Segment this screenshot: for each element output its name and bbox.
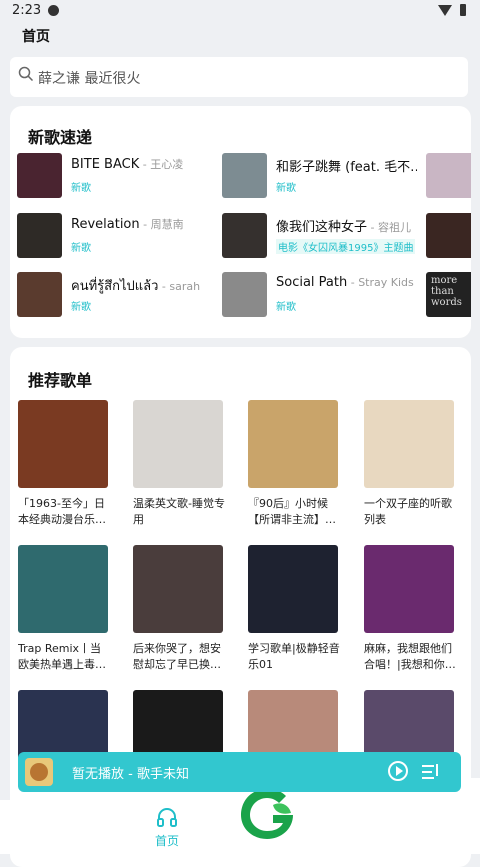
song-cover-partial[interactable] <box>426 213 471 258</box>
playlist-item[interactable]: 温柔英文歌-睡觉专用 <box>133 400 225 528</box>
playlist-item[interactable]: 麻麻，我想跟他们合唱！|我想和你… <box>364 545 456 673</box>
song-title: 和影子跳舞 (feat. 毛不… <box>276 160 417 175</box>
player-status-text: 暂无播放 - 歌手未知 <box>72 767 189 782</box>
song-title: 像我们这种女子 <box>276 220 368 235</box>
mini-player[interactable]: 暂无播放 - 歌手未知 <box>18 752 461 792</box>
playlist-cover <box>18 545 108 633</box>
page-title: 首页 <box>22 29 50 45</box>
song-cover <box>222 153 267 198</box>
song-item[interactable]: คนที่รู้สึกไปแล้ว - sarah 新歌 <box>17 272 212 322</box>
playlist-title: 一个双子座的听歌列表 <box>364 497 452 526</box>
song-item[interactable]: Revelation - 周慧南 新歌 <box>17 213 212 263</box>
playlist-cover <box>133 400 223 488</box>
playlist-item[interactable]: Trap Remix丨当欧美热单遇上毒性… <box>18 545 110 673</box>
song-tag: 电影《女囚风暴1995》主题曲 <box>276 239 416 254</box>
player-cover-icon <box>25 758 53 786</box>
song-artist: Stray Kids <box>358 276 414 289</box>
song-tag: 新歌 <box>276 302 296 313</box>
search-icon <box>18 66 34 82</box>
playlist-title: 麻麻，我想跟他们合唱！|我想和你… <box>364 642 456 671</box>
song-cover <box>17 272 62 317</box>
song-artist: sarah <box>169 280 201 293</box>
playlist-item[interactable]: 一个双子座的听歌列表 <box>364 400 456 528</box>
playlist-title: 「1963-至今」日本经典动漫台乐… <box>18 497 106 526</box>
playlist-cover <box>364 545 454 633</box>
section-title-playlists: 推荐歌单 <box>28 371 93 390</box>
song-item[interactable]: BITE BACK - 王心凌 新歌 <box>17 153 212 203</box>
song-artist: 容祖儿 <box>377 221 411 234</box>
playlist-item[interactable]: 『90后』小时候【所谓非主流】… <box>248 400 340 528</box>
song-cover-partial[interactable]: more than words <box>426 272 471 317</box>
song-item[interactable]: 像我们这种女子 - 容祖儿 电影《女囚风暴1995》主题曲 <box>222 213 417 263</box>
song-tag: 新歌 <box>71 243 91 254</box>
status-bar: 2:23 <box>0 0 480 22</box>
playlist-item[interactable]: 「1963-至今」日本经典动漫台乐… <box>18 400 110 528</box>
song-item[interactable]: 和影子跳舞 (feat. 毛不… 新歌 <box>222 153 417 203</box>
notification-dot-icon <box>48 5 59 16</box>
playlist-item[interactable]: 后来你哭了，想安慰却忘了早已换… <box>133 545 225 673</box>
playlist-title: 『90后』小时候【所谓非主流】… <box>248 497 336 526</box>
playlist-icon[interactable] <box>420 762 440 782</box>
headphones-icon <box>157 808 177 827</box>
playlist-cover <box>364 400 454 488</box>
wifi-icon <box>438 5 452 16</box>
nav-home[interactable]: 首页 <box>142 806 192 850</box>
section-title-new-songs: 新歌速递 <box>28 128 93 147</box>
song-artist: 周慧南 <box>150 218 184 231</box>
song-cover <box>222 272 267 317</box>
song-cover-partial[interactable] <box>426 153 471 198</box>
status-time: 2:23 <box>12 3 42 18</box>
song-title: Revelation <box>71 217 140 232</box>
song-tag: 新歌 <box>71 302 91 313</box>
playlist-title: 温柔英文歌-睡觉专用 <box>133 497 225 526</box>
song-title: BITE BACK <box>71 157 140 172</box>
playlist-cover <box>248 400 338 488</box>
playlist-cover <box>133 545 223 633</box>
new-songs-section: 新歌速递 BITE BACK - 王心凌 新歌 和影子跳舞 (feat. 毛不…… <box>10 106 471 338</box>
song-artist: 王心凌 <box>150 158 184 171</box>
nav-home-label: 首页 <box>154 834 179 848</box>
song-cover <box>17 153 62 198</box>
playlist-title: 学习歌单|极静轻音乐01 <box>248 642 340 671</box>
song-cover <box>17 213 62 258</box>
battery-icon <box>460 4 466 16</box>
song-title: Social Path <box>276 275 348 290</box>
song-title: คนที่รู้สึกไปแล้ว <box>71 279 159 294</box>
song-tag: 新歌 <box>276 183 296 194</box>
song-item[interactable]: Social Path - Stray Kids 新歌 <box>222 272 417 322</box>
search-input[interactable]: 薛之谦 最近很火 <box>10 57 468 97</box>
playlist-cover <box>18 400 108 488</box>
playlist-title: Trap Remix丨当欧美热单遇上毒性… <box>18 642 102 671</box>
app-logo-icon <box>241 789 293 839</box>
song-tag: 新歌 <box>71 183 91 194</box>
search-placeholder: 薛之谦 最近很火 <box>38 71 141 87</box>
song-cover <box>222 213 267 258</box>
playlist-cover <box>248 545 338 633</box>
playlist-title: 后来你哭了，想安慰却忘了早已换… <box>133 642 221 671</box>
play-button[interactable] <box>388 761 408 781</box>
playlist-item[interactable]: 学习歌单|极静轻音乐01 <box>248 545 340 673</box>
